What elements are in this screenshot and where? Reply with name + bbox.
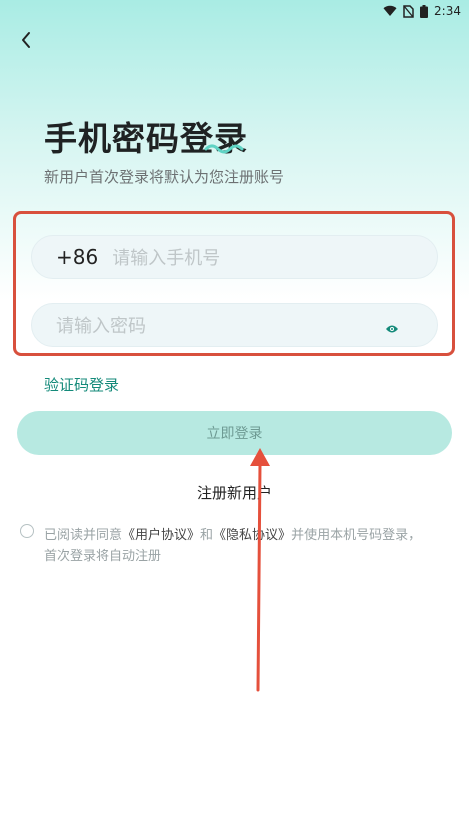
register-link[interactable]: 注册新用户 [0,482,469,503]
page-subtitle: 新用户首次登录将默认为您注册账号 [44,168,285,186]
password-placeholder: 请输入密码 [56,316,146,337]
phone-input[interactable]: +86 请输入手机号 [31,235,438,279]
country-code[interactable]: +86 [56,245,98,269]
code-login-link[interactable]: 验证码登录 [44,374,119,395]
eye-icon[interactable] [385,319,399,338]
password-input[interactable]: 请输入密码 [31,303,438,347]
back-button[interactable] [14,28,38,52]
agreement-text: 已阅读并同意《用户协议》和《隐私协议》并使用本机号码登录，首次登录将自动注册 [44,525,429,567]
agreement-prefix: 已阅读并同意 [44,528,123,543]
user-agreement-link[interactable]: 《用户协议》 [122,528,200,543]
wifi-icon [383,5,397,17]
chevron-left-icon [22,32,30,48]
no-sim-icon [403,4,414,18]
phone-placeholder: 请输入手机号 [112,248,221,269]
agreement-and: 和 [200,528,214,543]
title-squiggle-decoration [204,144,244,154]
battery-icon [420,4,429,18]
status-bar: 2:34 [0,0,469,22]
login-button[interactable]: 立即登录 [17,411,452,455]
status-time: 2:34 [434,4,461,18]
agreement-checkbox[interactable] [20,524,34,538]
annotation-arrow [250,448,270,692]
